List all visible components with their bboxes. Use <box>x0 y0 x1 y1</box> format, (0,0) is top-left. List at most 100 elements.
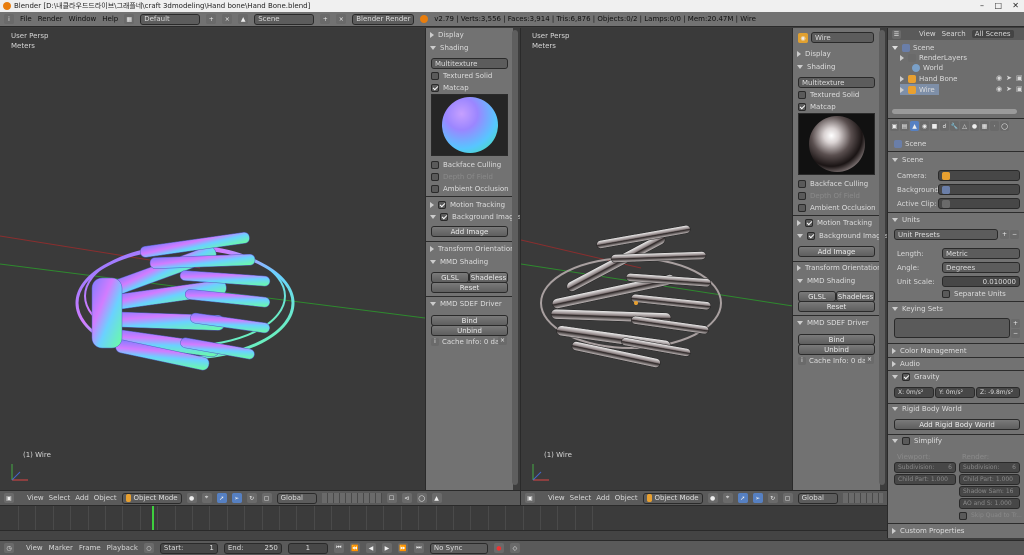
matcap-preview[interactable] <box>431 94 508 156</box>
viewport-right[interactable]: User Persp Meters (1) Wire <box>520 28 792 490</box>
panel-units[interactable]: Units <box>892 214 920 225</box>
matcap-preview[interactable] <box>798 113 875 175</box>
sync-select[interactable]: No Sync <box>429 542 488 554</box>
play-reverse-icon[interactable]: ◀ <box>365 543 376 553</box>
keying-set-icon[interactable]: ◇ <box>509 543 520 553</box>
viewport-subdivision-field[interactable]: Subdivision: 6 <box>894 462 956 473</box>
unit-scale-field[interactable]: 0.010000 <box>942 276 1020 287</box>
depth-of-field-checkbox[interactable]: Depth Of Field <box>798 190 860 201</box>
shading-solid-icon[interactable]: ● <box>707 493 718 503</box>
jump-start-icon[interactable]: ⏮ <box>333 543 344 553</box>
prev-key-icon[interactable]: ⏪ <box>349 543 360 553</box>
render-child-particles-field[interactable]: Child Part: 1.000 <box>959 474 1020 485</box>
close-button[interactable]: ✕ <box>1012 1 1019 10</box>
remove-scene-icon[interactable]: × <box>336 14 347 24</box>
ambient-occlusion-checkbox[interactable]: Ambient Occlusion <box>798 202 876 213</box>
panel-mmd-sdef[interactable]: MMD SDEF Driver <box>797 317 869 328</box>
panel-custom-properties[interactable]: Custom Properties <box>892 525 964 536</box>
physics-tab-icon[interactable]: ◯ <box>1000 121 1009 131</box>
panel-audio[interactable]: Audio <box>892 358 920 369</box>
scale-icon[interactable]: ▢ <box>782 493 793 503</box>
render-engine-selector[interactable]: Blender Render <box>352 13 415 25</box>
depth-of-field-checkbox[interactable]: Depth Of Field <box>431 171 493 182</box>
scene-icon[interactable]: ▲ <box>238 14 249 24</box>
menu-view[interactable]: View <box>548 494 565 502</box>
rotate-icon[interactable]: ↻ <box>246 493 257 503</box>
selectable-arrow-icon[interactable]: ➤ <box>1006 85 1012 93</box>
remove-keying-set-icon[interactable]: − <box>1011 329 1020 338</box>
particles-tab-icon[interactable]: ⋅ <box>990 121 999 131</box>
shading-mode-select[interactable]: Multitexture <box>431 58 508 69</box>
gravity-z-field[interactable]: Z: -9.8m/s² <box>976 387 1020 398</box>
menu-add[interactable]: Add <box>75 494 89 502</box>
layer-buttons[interactable] <box>321 493 382 503</box>
menu-add[interactable]: Add <box>596 494 610 502</box>
outliner-item-wire[interactable]: Wire <box>900 84 939 95</box>
visibility-eye-icon[interactable]: ◉ <box>996 85 1002 93</box>
menu-playback[interactable]: Playback <box>107 544 138 552</box>
jump-end-icon[interactable]: ⏭ <box>413 543 424 553</box>
menu-object[interactable]: Object <box>615 494 638 502</box>
render-preview-icon[interactable]: ▲ <box>431 493 442 503</box>
preview-range-icon[interactable]: ○ <box>143 543 154 553</box>
outliner-scrollbar[interactable] <box>892 109 1017 114</box>
editor-type-icon[interactable]: i <box>4 14 14 24</box>
panel-mmd-shading[interactable]: MMD Shading <box>430 256 488 267</box>
start-frame-field[interactable]: Start: 1 <box>159 542 218 554</box>
clear-cache-icon[interactable]: × <box>865 355 874 364</box>
menu-window[interactable]: Window <box>69 15 97 23</box>
render-shadow-samples-field[interactable]: Shadow Sam: 16 <box>959 486 1020 497</box>
translate-icon[interactable]: ➢ <box>231 493 242 503</box>
timeline-ruler[interactable] <box>0 530 887 540</box>
skip-quad-checkbox[interactable]: Skip Quad to Tr... <box>959 510 1022 521</box>
add-preset-icon[interactable]: + <box>1000 230 1009 239</box>
active-clip-field[interactable] <box>938 198 1020 209</box>
panel-motion-tracking[interactable]: Motion Tracking <box>797 217 872 228</box>
props-scrollbar-left[interactable] <box>512 30 518 485</box>
keying-sets-list[interactable] <box>894 318 1010 338</box>
length-select[interactable]: Metric <box>942 248 1020 259</box>
panel-simplify[interactable]: Simplify <box>892 435 942 446</box>
ambient-occlusion-checkbox[interactable]: Ambient Occlusion <box>431 183 509 194</box>
add-layout-icon[interactable]: + <box>206 14 217 24</box>
orientation-select[interactable]: Global <box>276 492 317 504</box>
pivot-icon[interactable]: ⌖ <box>201 493 212 503</box>
panel-keying-sets[interactable]: Keying Sets <box>892 303 943 314</box>
selectable-arrow-icon[interactable]: ➤ <box>1006 74 1012 82</box>
mode-select[interactable]: Object Mode <box>121 492 182 504</box>
minimize-button[interactable]: – <box>980 1 984 10</box>
record-icon[interactable]: ● <box>493 543 504 553</box>
panel-display[interactable]: Display <box>797 48 831 59</box>
menu-file[interactable]: File <box>20 15 32 23</box>
render-camera-icon[interactable]: ▣ <box>1016 74 1023 82</box>
menu-render[interactable]: Render <box>38 15 63 23</box>
tab-all-scenes[interactable]: All Scenes <box>971 30 1014 38</box>
screen-layout-icon[interactable]: ▦ <box>124 14 135 24</box>
gravity-y-field[interactable]: Y: 0m/s² <box>935 387 975 398</box>
separate-units-checkbox[interactable]: Separate Units <box>942 288 1006 299</box>
pivot-icon[interactable]: ⌖ <box>722 493 733 503</box>
play-icon[interactable]: ▶ <box>381 543 392 553</box>
editor-type-icon[interactable]: ☰ <box>892 29 901 39</box>
panel-background-images[interactable]: Background Images <box>797 230 889 241</box>
playhead[interactable] <box>152 506 154 530</box>
reset-button[interactable]: Reset <box>798 301 875 312</box>
angle-select[interactable]: Degrees <box>942 262 1020 273</box>
background-field[interactable] <box>938 184 1020 195</box>
menu-select[interactable]: Select <box>570 494 592 502</box>
matcap-checkbox[interactable]: Matcap <box>798 101 836 112</box>
outliner-item-world[interactable]: World <box>912 62 943 73</box>
unbind-button[interactable]: Unbind <box>798 344 875 355</box>
layout-selector[interactable]: Default <box>140 13 201 25</box>
data-tab-icon[interactable]: △ <box>960 121 969 131</box>
render-subdivision-field[interactable]: Subdivision: 6 <box>959 462 1020 473</box>
panel-transform-orientations[interactable]: Transform Orientations <box>430 243 518 254</box>
lock-icon[interactable]: ☐ <box>386 493 397 503</box>
panel-rigid-body-world[interactable]: Rigid Body World <box>892 403 962 414</box>
menu-select[interactable]: Select <box>49 494 71 502</box>
add-scene-icon[interactable]: + <box>320 14 331 24</box>
panel-scene[interactable]: Scene <box>892 154 923 165</box>
panel-mmd-sdef[interactable]: MMD SDEF Driver <box>430 298 502 309</box>
renderlayers-tab-icon[interactable]: ▤ <box>900 121 909 131</box>
camera-field[interactable] <box>938 170 1020 181</box>
